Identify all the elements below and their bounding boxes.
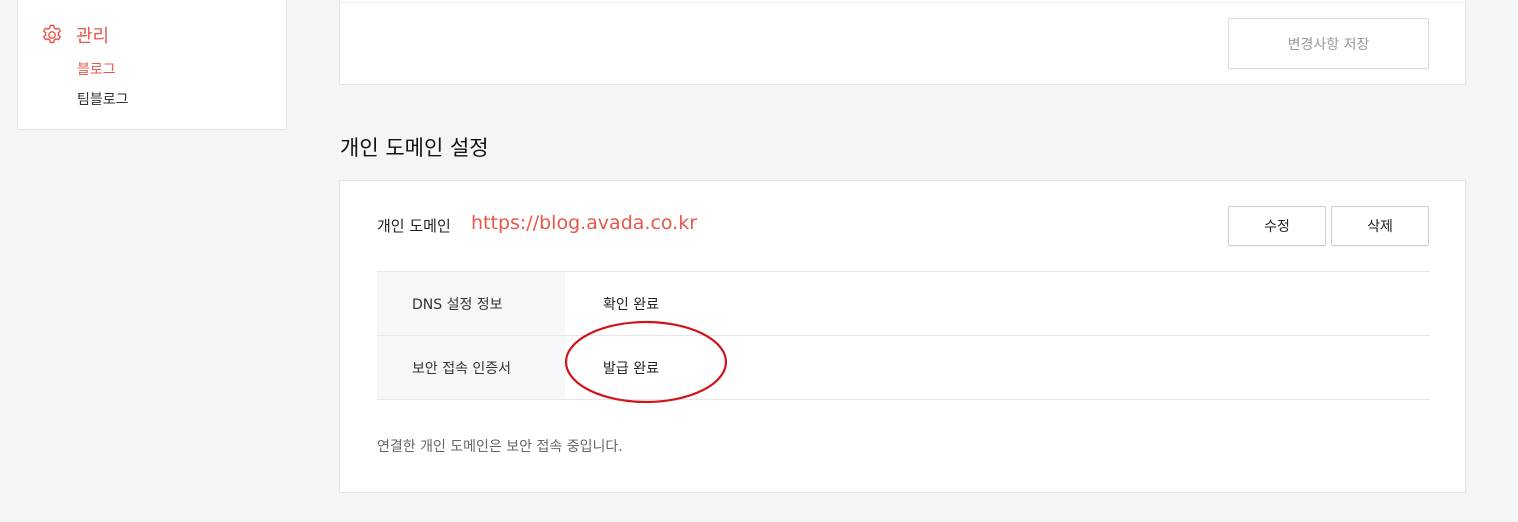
dns-info-value: 확인 완료 xyxy=(603,296,659,313)
gear-icon xyxy=(40,23,64,47)
dns-info-key: DNS 설정 정보 xyxy=(377,272,565,335)
sidebar-section-manage[interactable]: 관리 xyxy=(40,22,109,48)
domain-url-link[interactable]: https://blog.avada.co.kr xyxy=(471,212,697,234)
custom-domain-card: 개인 도메인 https://blog.avada.co.kr 수정 삭제 DN… xyxy=(339,180,1466,493)
secure-connection-note: 연결한 개인 도메인은 보안 접속 중입니다. xyxy=(377,439,623,455)
delete-button[interactable]: 삭제 xyxy=(1331,206,1429,246)
domain-info-table: DNS 설정 정보 확인 완료 보안 접속 인증서 발급 완료 xyxy=(377,271,1430,400)
sidebar: 관리 블로그 팀블로그 xyxy=(17,0,287,130)
domain-label: 개인 도메인 xyxy=(377,217,451,235)
table-row: DNS 설정 정보 확인 완료 xyxy=(377,272,1430,336)
edit-button[interactable]: 수정 xyxy=(1228,206,1326,246)
ssl-cert-value: 발급 완료 xyxy=(603,360,659,377)
save-changes-button[interactable]: 변경사항 저장 xyxy=(1228,18,1429,69)
page-section-title: 개인 도메인 설정 xyxy=(340,136,489,160)
settings-card-top: 변경사항 저장 xyxy=(339,0,1466,85)
sidebar-item-team-blog[interactable]: 팀블로그 xyxy=(77,89,129,109)
sidebar-item-blog[interactable]: 블로그 xyxy=(77,59,116,79)
sidebar-section-label: 관리 xyxy=(76,26,110,47)
ssl-cert-key: 보안 접속 인증서 xyxy=(377,336,565,399)
divider xyxy=(340,2,1465,3)
table-row: 보안 접속 인증서 발급 완료 xyxy=(377,336,1430,400)
